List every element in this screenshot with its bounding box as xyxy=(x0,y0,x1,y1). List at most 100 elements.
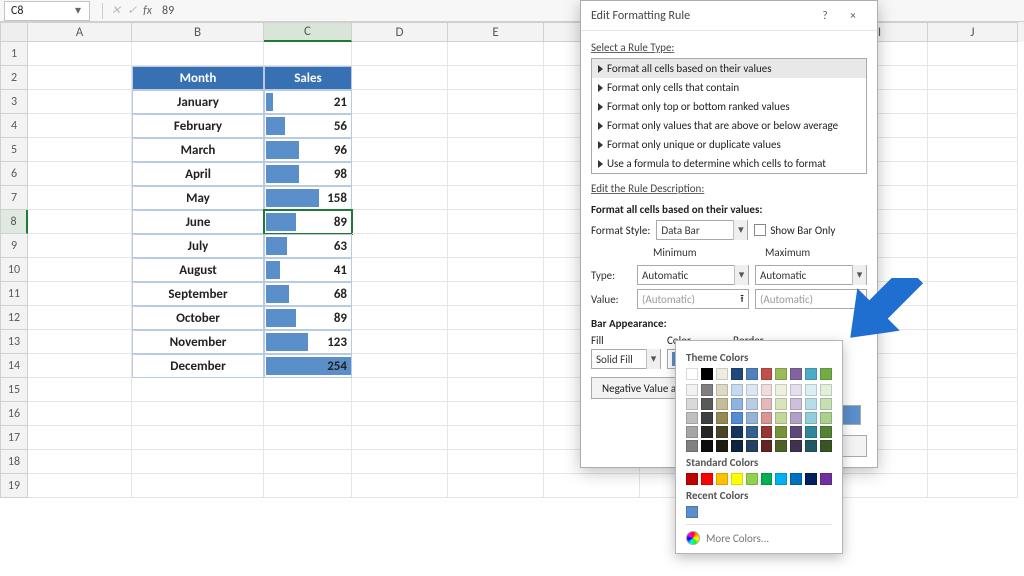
row-header-14[interactable]: 14 xyxy=(0,354,28,378)
cell-A19[interactable] xyxy=(28,474,132,498)
cell-J17[interactable] xyxy=(928,426,1018,450)
cell-D12[interactable] xyxy=(352,306,448,330)
color-swatch[interactable] xyxy=(820,368,832,380)
cell-B12[interactable]: October xyxy=(132,306,264,330)
row-header-5[interactable]: 5 xyxy=(0,138,28,162)
cell-A9[interactable] xyxy=(28,234,132,258)
cell-B11[interactable]: September xyxy=(132,282,264,306)
cell-A11[interactable] xyxy=(28,282,132,306)
color-swatch[interactable] xyxy=(686,426,698,438)
color-swatch[interactable] xyxy=(731,412,743,424)
cell-J5[interactable] xyxy=(928,138,1018,162)
cell-J18[interactable] xyxy=(928,450,1018,474)
color-swatch[interactable] xyxy=(701,398,713,410)
close-button[interactable]: × xyxy=(839,9,867,22)
row-header-10[interactable]: 10 xyxy=(0,258,28,282)
row-header-17[interactable]: 17 xyxy=(0,426,28,450)
min-type-dropdown[interactable]: Automatic▾ xyxy=(637,265,749,285)
cell-E15[interactable] xyxy=(448,378,544,402)
cell-D2[interactable] xyxy=(352,66,448,90)
cell-C11[interactable]: 68 xyxy=(264,282,352,306)
cell-E17[interactable] xyxy=(448,426,544,450)
color-swatch[interactable] xyxy=(805,384,817,396)
cell-C5[interactable]: 96 xyxy=(264,138,352,162)
row-header-1[interactable]: 1 xyxy=(0,42,28,66)
color-swatch[interactable] xyxy=(761,473,773,485)
color-swatch[interactable] xyxy=(790,384,802,396)
color-swatch[interactable] xyxy=(716,384,728,396)
color-swatch[interactable] xyxy=(731,368,743,380)
row-header-8[interactable]: 8 xyxy=(0,210,28,234)
cell-A12[interactable] xyxy=(28,306,132,330)
fill-dropdown[interactable]: Solid Fill▾ xyxy=(591,349,661,369)
color-swatch[interactable] xyxy=(790,426,802,438)
cell-B4[interactable]: February xyxy=(132,114,264,138)
color-swatch[interactable] xyxy=(820,398,832,410)
cell-B2[interactable]: Month xyxy=(132,66,264,90)
col-header-J[interactable]: J xyxy=(928,22,1018,42)
cell-J6[interactable] xyxy=(928,162,1018,186)
cell-B9[interactable]: July xyxy=(132,234,264,258)
cell-A4[interactable] xyxy=(28,114,132,138)
cell-D6[interactable] xyxy=(352,162,448,186)
cell-C9[interactable]: 63 xyxy=(264,234,352,258)
cell-E18[interactable] xyxy=(448,450,544,474)
help-button[interactable]: ? xyxy=(811,9,839,22)
color-swatch[interactable] xyxy=(686,398,698,410)
color-swatch[interactable] xyxy=(716,368,728,380)
color-swatch[interactable] xyxy=(716,440,728,452)
col-header-A[interactable]: A xyxy=(28,22,132,42)
cell-B6[interactable]: April xyxy=(132,162,264,186)
cell-B14[interactable]: December xyxy=(132,354,264,378)
cell-J8[interactable] xyxy=(928,210,1018,234)
cell-C18[interactable] xyxy=(264,450,352,474)
rule-type-item[interactable]: Format only top or bottom ranked values xyxy=(592,97,866,116)
color-swatch[interactable] xyxy=(805,412,817,424)
cell-J14[interactable] xyxy=(928,354,1018,378)
color-swatch[interactable] xyxy=(805,426,817,438)
collapse-dialog-icon[interactable]: ⭱ xyxy=(858,290,862,309)
cell-J2[interactable] xyxy=(928,66,1018,90)
color-swatch[interactable] xyxy=(746,398,758,410)
cell-B15[interactable] xyxy=(132,378,264,402)
cell-E5[interactable] xyxy=(448,138,544,162)
cell-E14[interactable] xyxy=(448,354,544,378)
fx-icon[interactable]: fx xyxy=(143,4,152,18)
cell-E10[interactable] xyxy=(448,258,544,282)
more-colors-button[interactable]: More Colors... xyxy=(686,524,832,545)
row-header-18[interactable]: 18 xyxy=(0,450,28,474)
cell-B3[interactable]: January xyxy=(132,90,264,114)
color-swatch[interactable] xyxy=(820,440,832,452)
cell-A5[interactable] xyxy=(28,138,132,162)
row-header-6[interactable]: 6 xyxy=(0,162,28,186)
col-header-D[interactable]: D xyxy=(352,22,448,42)
rule-type-item[interactable]: Format only unique or duplicate values xyxy=(592,135,866,154)
color-swatch[interactable] xyxy=(716,412,728,424)
row-header-13[interactable]: 13 xyxy=(0,330,28,354)
color-swatch[interactable] xyxy=(686,384,698,396)
cell-D5[interactable] xyxy=(352,138,448,162)
show-bar-only-checkbox[interactable]: Show Bar Only xyxy=(754,224,835,237)
cell-B19[interactable] xyxy=(132,474,264,498)
color-swatch[interactable] xyxy=(790,473,802,485)
collapse-dialog-icon[interactable]: ⭱ xyxy=(740,290,744,309)
color-swatch[interactable] xyxy=(790,440,802,452)
color-swatch[interactable] xyxy=(761,398,773,410)
row-header-2[interactable]: 2 xyxy=(0,66,28,90)
cell-E11[interactable] xyxy=(448,282,544,306)
cell-B18[interactable] xyxy=(132,450,264,474)
cell-C10[interactable]: 41 xyxy=(264,258,352,282)
cell-A15[interactable] xyxy=(28,378,132,402)
color-swatch[interactable] xyxy=(775,384,787,396)
cell-E6[interactable] xyxy=(448,162,544,186)
cell-C17[interactable] xyxy=(264,426,352,450)
row-header-11[interactable]: 11 xyxy=(0,282,28,306)
cell-A7[interactable] xyxy=(28,186,132,210)
cell-F19[interactable] xyxy=(544,474,640,498)
color-swatch[interactable] xyxy=(701,473,713,485)
cell-A16[interactable] xyxy=(28,402,132,426)
cell-D1[interactable] xyxy=(352,42,448,66)
cell-A10[interactable] xyxy=(28,258,132,282)
cell-E3[interactable] xyxy=(448,90,544,114)
color-swatch[interactable] xyxy=(761,384,773,396)
